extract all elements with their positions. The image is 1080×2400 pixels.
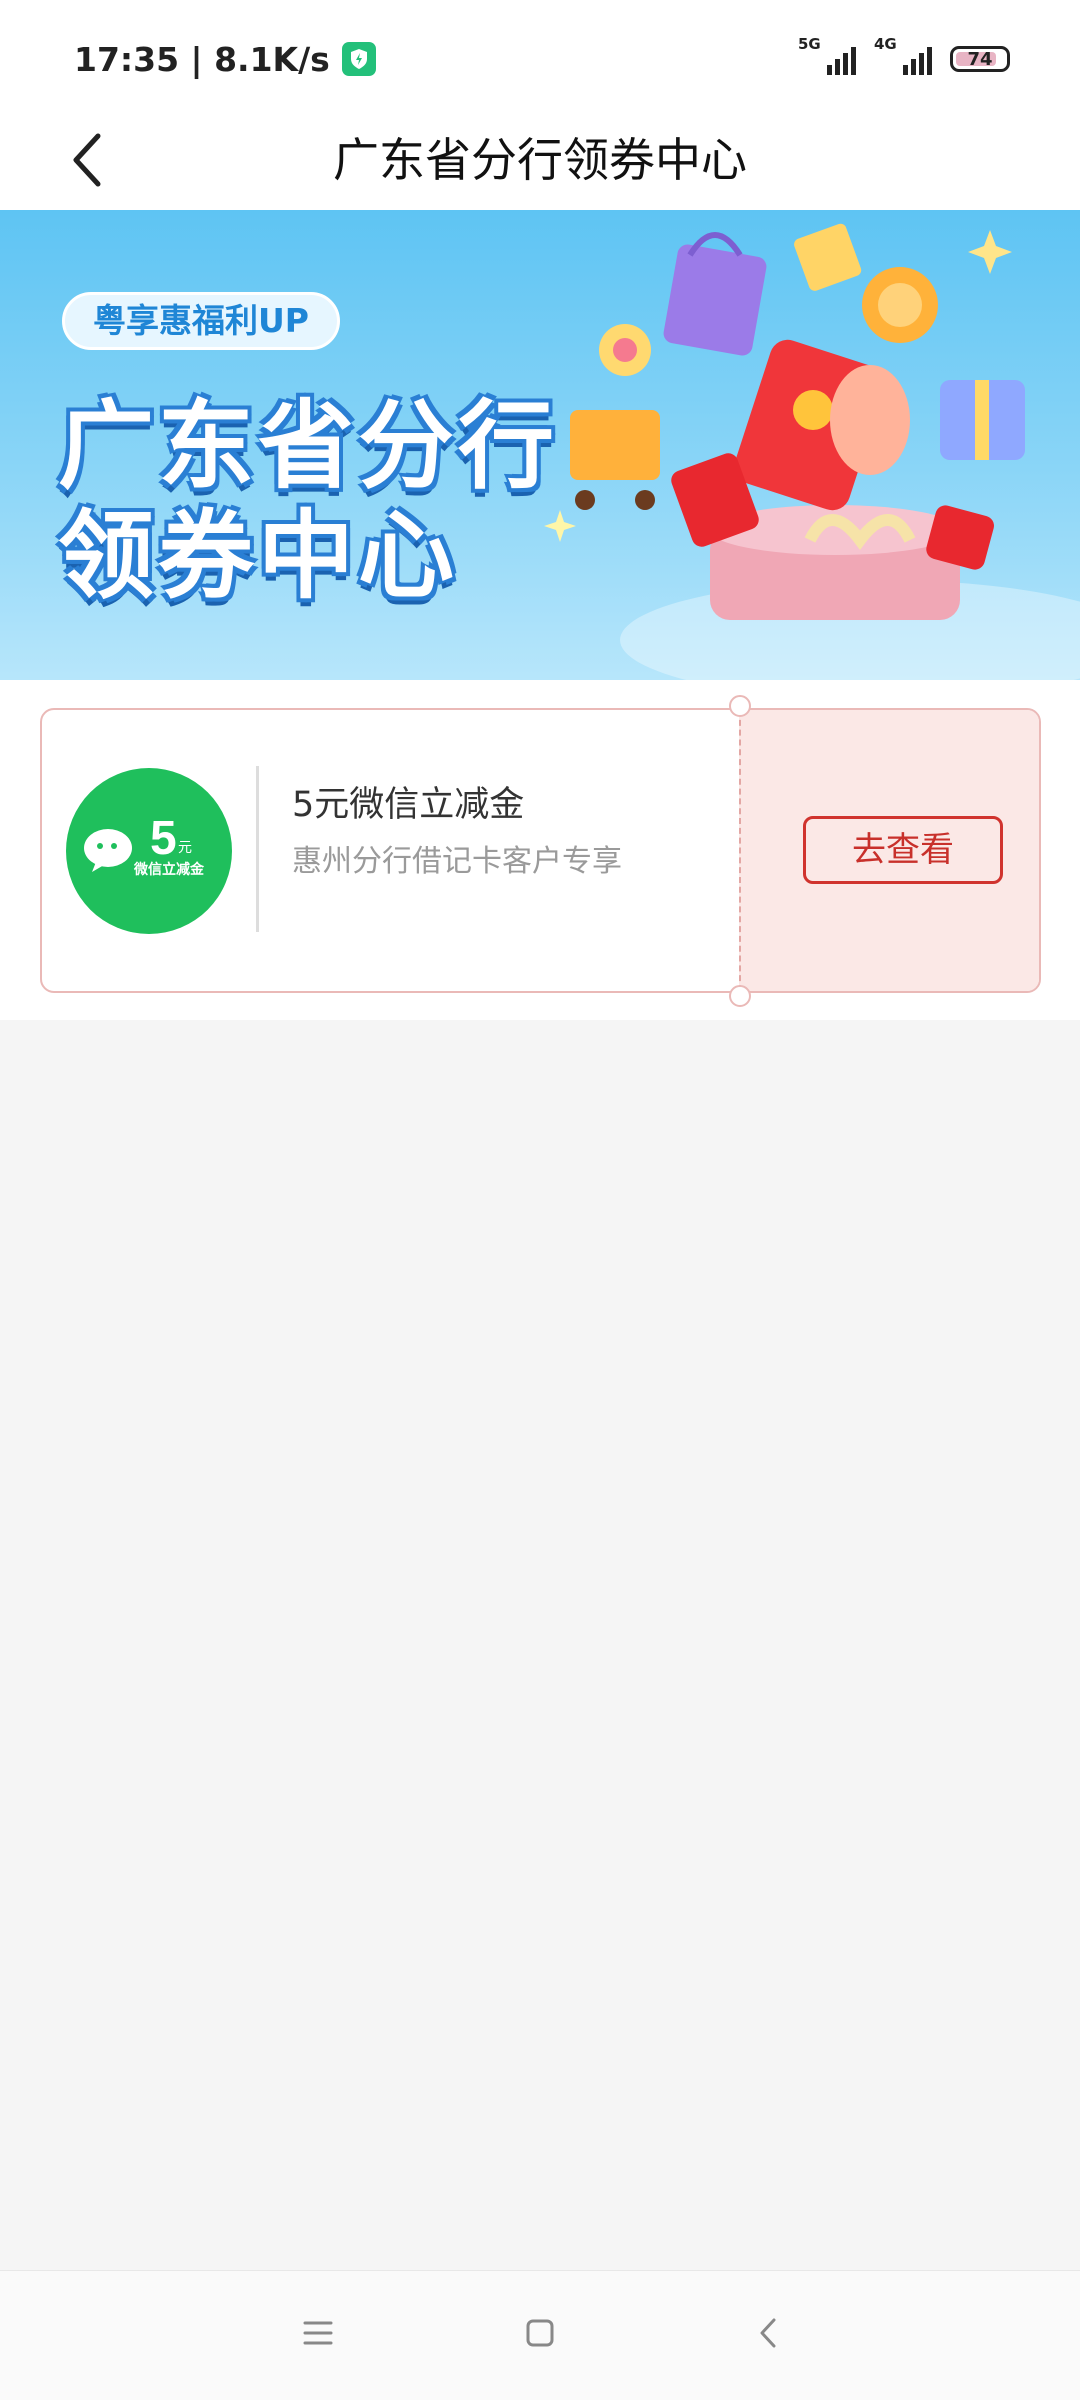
status-bar: 17:35 | 8.1K/s 5G 4G 74 (0, 0, 1080, 110)
chevron-left-icon (73, 133, 101, 187)
signal-5g-label: 5G (798, 35, 821, 53)
battery-icon: 74 (950, 46, 1010, 72)
time-speed: 17:35 | 8.1K/s (74, 39, 330, 79)
coupon-divider (256, 766, 259, 932)
coupon-card[interactable]: 5 元 微信立减金 5元微信立减金 惠州分行借记卡客户专享 去查看 (40, 708, 1041, 993)
page-title: 广东省分行领券中心 (333, 133, 747, 187)
banner-tag: 粤享惠福利UP (62, 292, 340, 350)
home-button[interactable] (510, 2303, 570, 2363)
status-left: 17:35 | 8.1K/s (74, 36, 376, 82)
signal-4g-label: 4G (874, 35, 897, 53)
coupon-logo-caption: 微信立减金 (133, 861, 205, 878)
recent-apps-button[interactable] (288, 2303, 348, 2363)
back-button[interactable] (48, 120, 128, 200)
ticket-notch-bottom (729, 985, 751, 1007)
signal-5g-icon: 5G (798, 35, 856, 79)
nav-bar: 广东省分行领券中心 (0, 110, 1080, 210)
wechat-coupon-logo: 5 元 微信立减金 (66, 768, 232, 934)
coupon-description: 惠州分行借记卡客户专享 (292, 844, 622, 879)
ticket-notch-top (729, 695, 751, 717)
view-coupon-button[interactable]: 去查看 (803, 816, 1003, 884)
promo-banner[interactable]: 粤享惠福利UP 广东省分行 领券中心 (0, 210, 1080, 680)
coupon-logo-unit: 元 (178, 839, 192, 855)
signal-4g-icon: 4G (874, 35, 932, 79)
battery-level: 74 (967, 48, 993, 70)
back-triangle-icon (760, 2318, 776, 2348)
banner-headline-line2: 领券中心 (58, 500, 458, 612)
menu-icon (303, 2321, 333, 2345)
system-navigation-bar (0, 2270, 1080, 2400)
coupon-title: 5元微信立减金 (292, 785, 525, 825)
coupon-list: 5 元 微信立减金 5元微信立减金 惠州分行借记卡客户专享 去查看 (0, 680, 1080, 1020)
shield-app-icon (341, 42, 376, 76)
status-right: 5G 4G 74 (798, 35, 1010, 82)
system-back-button[interactable] (738, 2303, 798, 2363)
banner-illustration (544, 223, 1080, 680)
coupon-logo-amount: 5 (150, 812, 177, 865)
home-square-icon (526, 2319, 554, 2347)
wechat-icon: 5 元 微信立减金 (84, 812, 205, 878)
